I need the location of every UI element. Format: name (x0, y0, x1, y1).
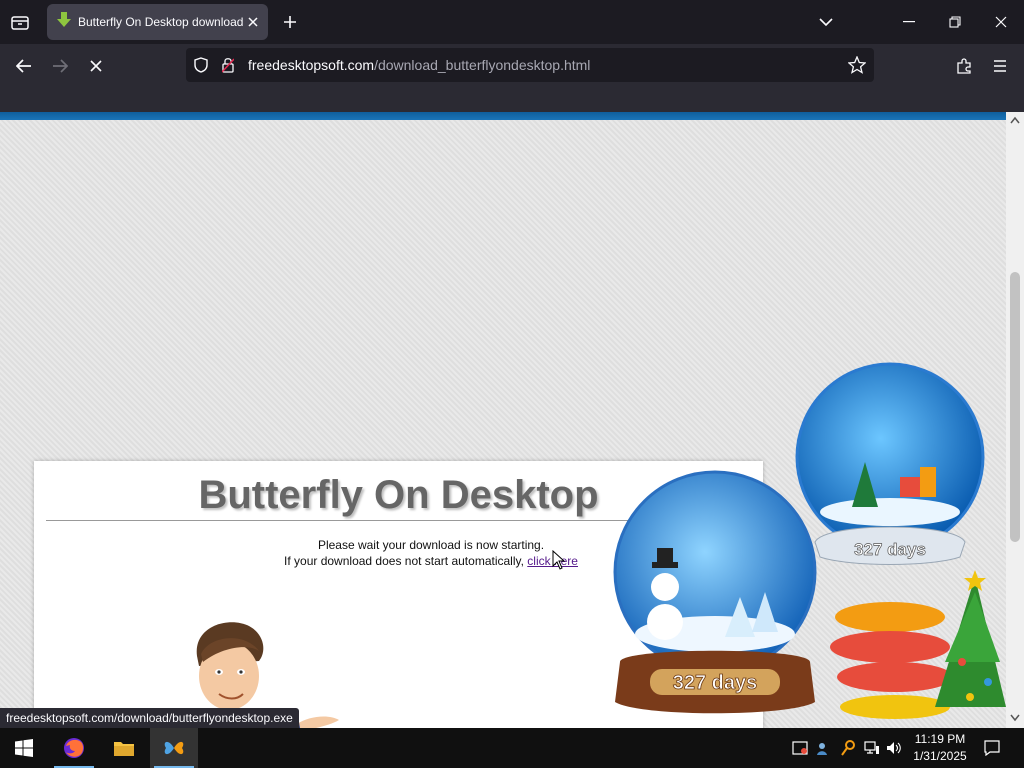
scroll-down-arrow-icon[interactable] (1010, 714, 1020, 722)
link-status-bar: freedesktopsoft.com/download/butterflyon… (0, 708, 299, 729)
scroll-thumb[interactable] (1010, 272, 1020, 542)
snow-globe-decoration: 327 days 327 days (613, 362, 1006, 719)
notification-center-icon[interactable] (982, 738, 1002, 758)
file-explorer-icon[interactable] (100, 728, 148, 768)
address-bar[interactable]: freedesktopsoft.com/download_butterflyon… (186, 48, 874, 82)
download-arrow-icon (57, 12, 71, 32)
hamburger-menu-icon[interactable] (986, 52, 1014, 80)
firefox-taskbar-icon[interactable] (50, 728, 98, 768)
security-center-icon[interactable] (790, 738, 810, 758)
large-globe-label: 327 days (854, 540, 926, 559)
clock-date: 1/31/2025 (913, 749, 967, 763)
extensions-puzzle-icon[interactable] (950, 52, 978, 80)
page-scrollbar[interactable] (1006, 112, 1024, 728)
close-window-icon[interactable] (987, 8, 1015, 36)
volume-icon[interactable] (884, 738, 904, 758)
network-people-icon[interactable] (814, 738, 834, 758)
page-header-bar (0, 112, 1006, 120)
bookmarks-toolbar (0, 86, 1024, 112)
list-all-tabs-icon[interactable] (6, 8, 34, 36)
back-arrow-icon[interactable] (10, 52, 38, 80)
web-page: Butterfly On Desktop Please wait your do… (0, 112, 1006, 728)
search-key-icon[interactable] (838, 738, 858, 758)
small-globe-label: 327 days (673, 672, 758, 694)
bookmark-star-icon[interactable] (847, 55, 867, 78)
close-tab-icon[interactable] (244, 13, 262, 31)
insecure-lock-icon[interactable] (221, 57, 235, 77)
new-tab-button[interactable] (278, 10, 302, 34)
taskbar-clock[interactable]: 11:19 PM 1/31/2025 (908, 731, 972, 765)
tab-strip: Butterfly On Desktop download (0, 0, 1024, 44)
tab-title: Butterfly On Desktop download (78, 15, 243, 29)
clock-time: 11:19 PM (914, 732, 966, 746)
network-icon[interactable] (862, 738, 882, 758)
url-path: /download_butterflyondesktop.html (374, 57, 591, 73)
manual-download-text: If your download does not start automati… (284, 554, 528, 568)
restore-icon[interactable] (941, 8, 969, 36)
url-text[interactable]: freedesktopsoft.com/download_butterflyon… (248, 57, 590, 73)
url-domain: freedesktopsoft.com (248, 57, 375, 73)
taskbar: 11:19 PM 1/31/2025 (0, 728, 1024, 768)
shield-icon[interactable] (194, 57, 208, 77)
chevron-down-icon[interactable] (812, 8, 840, 36)
navigation-toolbar: freedesktopsoft.com/download_butterflyon… (0, 44, 1024, 86)
scroll-up-arrow-icon[interactable] (1010, 116, 1020, 124)
tab-butterfly-download[interactable]: Butterfly On Desktop download (47, 4, 268, 40)
windows-start-icon[interactable] (0, 728, 48, 768)
minimize-icon[interactable] (895, 8, 923, 36)
stop-loading-icon[interactable] (82, 52, 110, 80)
butterfly-app-icon[interactable] (150, 728, 198, 768)
mouse-pointer-icon (552, 550, 566, 570)
forward-arrow-icon[interactable] (46, 52, 74, 80)
